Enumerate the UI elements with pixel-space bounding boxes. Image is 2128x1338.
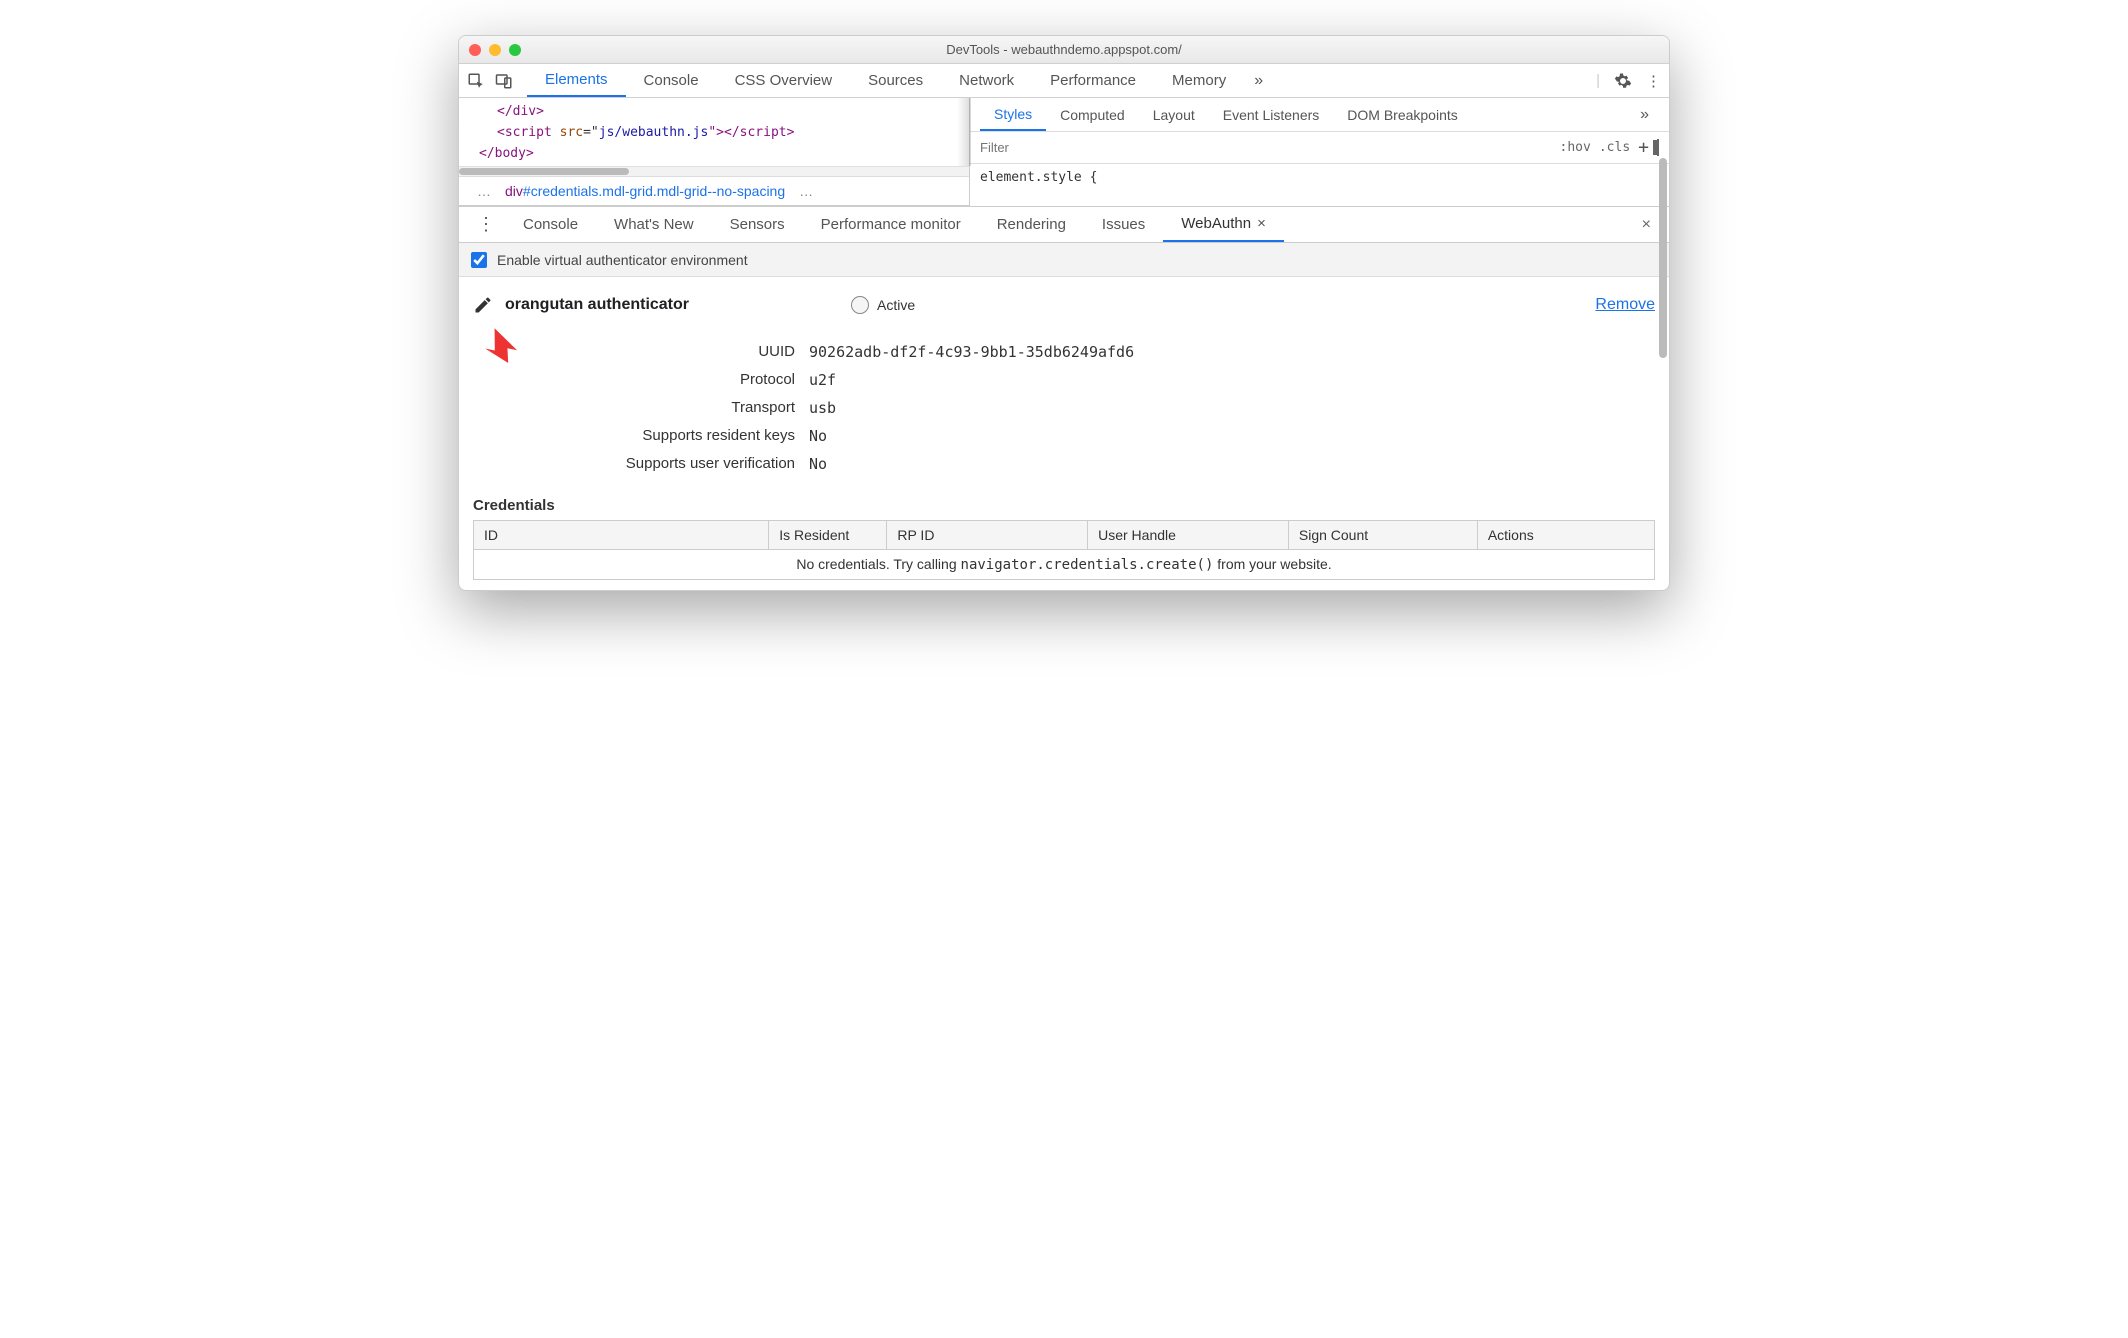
drawer-tab-strip: ⋮ Console What's New Sensors Performance… [459, 207, 1669, 243]
drawer-tab-performance-monitor[interactable]: Performance monitor [803, 207, 979, 242]
tab-console[interactable]: Console [626, 64, 717, 97]
enable-virtual-authenticator-label: Enable virtual authenticator environment [497, 252, 748, 268]
drawer-tab-sensors[interactable]: Sensors [712, 207, 803, 242]
authenticator-name: orangutan authenticator [505, 296, 689, 314]
tab-css-overview[interactable]: CSS Overview [717, 64, 851, 97]
style-rule-text[interactable]: element.style { [970, 164, 1669, 191]
hov-toggle[interactable]: :hov [1560, 140, 1591, 155]
elements-tree[interactable]: </div> <script src="js/webauthn.js"></sc… [459, 98, 969, 166]
tab-performance[interactable]: Performance [1032, 64, 1154, 97]
col-user-handle: User Handle [1088, 521, 1289, 550]
tab-memory[interactable]: Memory [1154, 64, 1244, 97]
credentials-table: ID Is Resident RP ID User Handle Sign Co… [473, 520, 1655, 580]
col-actions: Actions [1477, 521, 1654, 550]
window-titlebar: DevTools - webauthndemo.appspot.com/ [459, 36, 1669, 64]
inspect-element-icon[interactable] [467, 72, 485, 90]
credentials-empty-row: No credentials. Try calling navigator.cr… [474, 550, 1655, 580]
cls-toggle[interactable]: .cls [1599, 140, 1630, 155]
side-tab-computed[interactable]: Computed [1046, 98, 1139, 131]
user-verification-value: No [809, 455, 1655, 473]
styles-filter-input[interactable] [970, 140, 1550, 155]
breadcrumb-prev-icon[interactable]: … [469, 183, 499, 199]
drawer-menu-icon[interactable]: ⋮ [467, 214, 505, 235]
enable-virtual-authenticator-checkbox[interactable] [471, 252, 487, 268]
elements-horizontal-scrollbar[interactable] [459, 166, 969, 176]
tab-sources[interactable]: Sources [850, 64, 941, 97]
breadcrumb-next-icon[interactable]: … [791, 183, 821, 199]
side-tab-event-listeners[interactable]: Event Listeners [1209, 98, 1334, 131]
col-sign-count: Sign Count [1288, 521, 1477, 550]
col-id: ID [474, 521, 769, 550]
active-label: Active [877, 297, 915, 313]
active-radio[interactable] [851, 296, 869, 314]
drawer-tab-console[interactable]: Console [505, 207, 596, 242]
device-toolbar-icon[interactable] [495, 72, 513, 90]
sidebar-tab-strip: Styles Computed Layout Event Listeners D… [970, 98, 1669, 132]
new-style-rule-icon[interactable]: + [1638, 137, 1649, 158]
table-header-row: ID Is Resident RP ID User Handle Sign Co… [474, 521, 1655, 550]
breadcrumb[interactable]: … div#credentials.mdl-grid.mdl-grid--no-… [459, 176, 969, 206]
main-tab-strip: Elements Console CSS Overview Sources Ne… [459, 64, 1669, 98]
settings-gear-icon[interactable] [1614, 72, 1632, 90]
window-title: DevTools - webauthndemo.appspot.com/ [459, 42, 1669, 57]
drawer-tab-issues[interactable]: Issues [1084, 207, 1163, 242]
drawer-tab-rendering[interactable]: Rendering [979, 207, 1084, 242]
drawer-tab-whatsnew[interactable]: What's New [596, 207, 712, 242]
side-tab-layout[interactable]: Layout [1139, 98, 1209, 131]
protocol-value: u2f [809, 371, 1655, 389]
drawer-tab-webauthn[interactable]: WebAuthn × [1163, 207, 1284, 242]
kebab-menu-icon[interactable]: ⋮ [1646, 72, 1661, 90]
resident-keys-value: No [809, 427, 1655, 445]
credentials-heading: Credentials [473, 497, 1655, 514]
transport-value: usb [809, 399, 1655, 417]
tab-elements[interactable]: Elements [527, 64, 626, 97]
side-tab-dom-breakpoints[interactable]: DOM Breakpoints [1333, 98, 1471, 131]
vertical-scrollbar[interactable] [1655, 98, 1669, 590]
authenticator-properties: UUID 90262adb-df2f-4c93-9bb1-35db6249afd… [473, 343, 1655, 473]
col-is-resident: Is Resident [769, 521, 887, 550]
uuid-value: 90262adb-df2f-4c93-9bb1-35db6249afd6 [809, 343, 1655, 361]
side-tab-styles[interactable]: Styles [980, 98, 1046, 131]
remove-authenticator-link[interactable]: Remove [1595, 296, 1655, 314]
edit-pencil-icon[interactable] [473, 295, 493, 315]
tab-network[interactable]: Network [941, 64, 1032, 97]
col-rp-id: RP ID [887, 521, 1088, 550]
html-close-div: </div> [497, 104, 544, 119]
more-tabs-icon[interactable]: » [1244, 72, 1273, 90]
close-tab-icon[interactable]: × [1257, 215, 1266, 232]
